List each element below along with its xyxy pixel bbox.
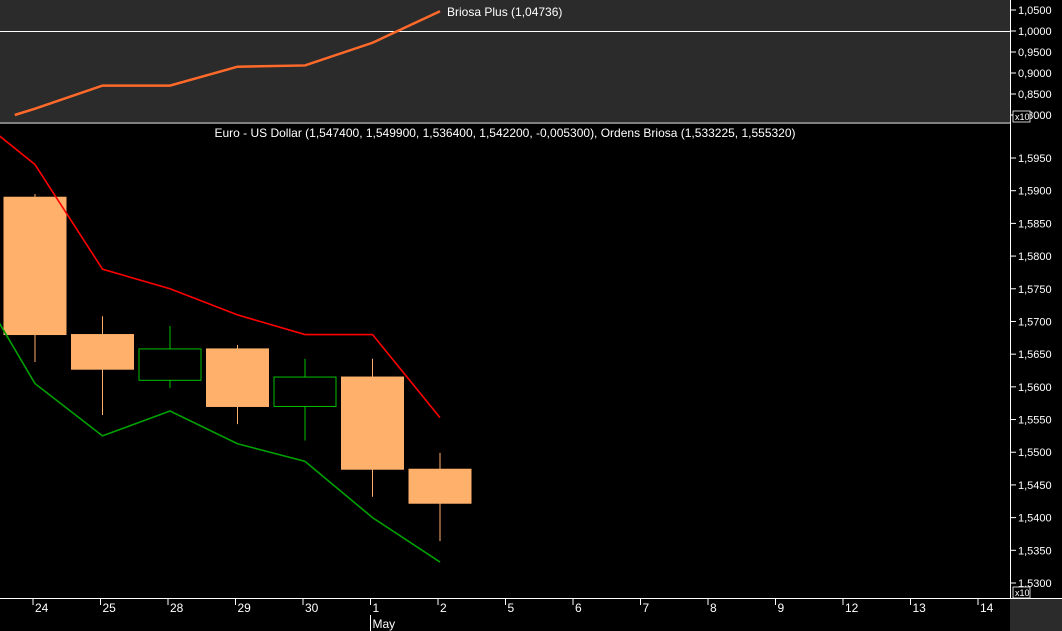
x-tick-label: 13: [913, 601, 927, 615]
candle-body: [408, 468, 472, 504]
month-label: May: [373, 617, 396, 631]
x-tick-label: 14: [980, 601, 994, 615]
candle-body: [3, 196, 67, 336]
x-tick-label: 2: [440, 601, 447, 615]
x-tick-label: 24: [35, 601, 49, 615]
x-axis: 24 25 28 29 30 1 2 5 6 7 8 9 12 13 14: [32, 599, 994, 615]
x-tick-label: 29: [238, 601, 252, 615]
price-y-tick-label: 1,5500: [1018, 447, 1052, 459]
price-scale-badge-text: x10: [1015, 588, 1030, 598]
x-tick-label: 5: [508, 601, 515, 615]
price-y-tick-label: 1,5900: [1018, 186, 1052, 198]
price-y-tick-label: 1,5400: [1018, 513, 1052, 525]
month-marker: May: [370, 615, 396, 631]
forex-chart: Briosa Plus (1,04736) 1,0500 1,0000 0,9500…: [0, 0, 1062, 631]
price-y-tick-label: 1,5700: [1018, 316, 1052, 328]
x-tick-label: 12: [845, 601, 859, 615]
x-tick-label: 7: [643, 601, 650, 615]
indicator-y-tick-label: 0,9000: [1018, 68, 1052, 80]
x-tick-label: 28: [170, 601, 184, 615]
x-tick-label: 8: [710, 601, 717, 615]
candle-body: [138, 348, 202, 381]
candle-body: [341, 376, 404, 470]
x-tick-label: 1: [373, 601, 380, 615]
price-scale-badge: x10: [1012, 586, 1031, 599]
corner-background: [1010, 598, 1062, 631]
candle-body: [206, 348, 269, 407]
indicator-scale-badge-text: x10: [1015, 112, 1030, 122]
price-y-tick-label: 1,5950: [1018, 153, 1052, 165]
indicator-y-tick-label: 0,9500: [1018, 47, 1052, 59]
price-y-tick-label: 1,5750: [1018, 284, 1052, 296]
indicator-y-tick-label: 1,0000: [1018, 26, 1052, 38]
price-y-tick-label: 1,5600: [1018, 382, 1052, 394]
candle-body: [71, 334, 134, 370]
x-tick-label: 6: [575, 601, 582, 615]
indicator-y-tick-label: 0,8500: [1018, 89, 1052, 101]
x-tick-label: 9: [778, 601, 785, 615]
price-y-tick-label: 1,5550: [1018, 415, 1052, 427]
x-tick-label: 30: [305, 601, 319, 615]
indicator-y-tick-label: 1,0500: [1018, 5, 1052, 17]
price-y-tick-label: 1,5850: [1018, 218, 1052, 230]
x-tick-label: 25: [103, 601, 117, 615]
price-title: Euro - US Dollar (1,547400, 1,549900, 1,…: [214, 126, 795, 140]
candle-body: [273, 376, 337, 407]
indicator-title: Briosa Plus (1,04736): [447, 5, 562, 19]
price-y-tick-label: 1,5800: [1018, 251, 1052, 263]
indicator-scale-badge: x10: [1012, 110, 1031, 123]
price-y-tick-label: 1,5350: [1018, 545, 1052, 557]
price-y-tick-label: 1,5650: [1018, 349, 1052, 361]
price-y-tick-label: 1,5450: [1018, 480, 1052, 492]
